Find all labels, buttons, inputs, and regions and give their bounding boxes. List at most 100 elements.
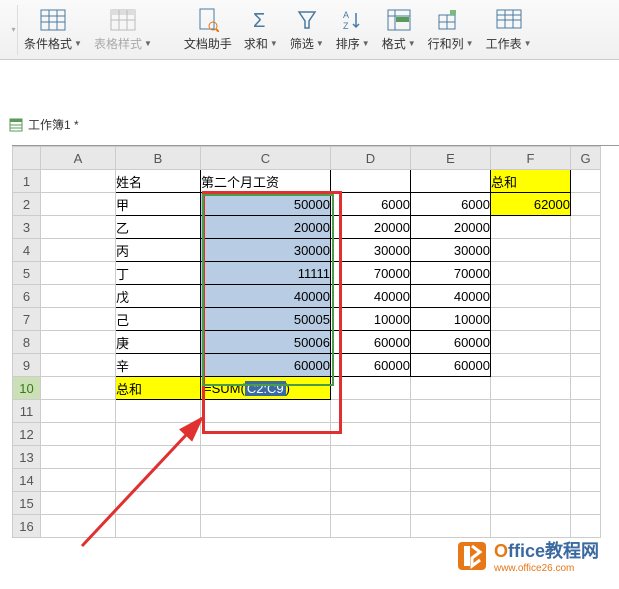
cell-C10[interactable]: =SUM(C2:C9)	[201, 377, 331, 400]
cell-A13[interactable]	[41, 446, 116, 469]
cell-F14[interactable]	[491, 469, 571, 492]
format-button[interactable]: 格式▼	[382, 7, 416, 52]
cell-G8[interactable]	[571, 331, 601, 354]
col-header-C[interactable]: C	[201, 147, 331, 170]
cell-D8[interactable]: 60000	[331, 331, 411, 354]
cell-G4[interactable]	[571, 239, 601, 262]
cell-C9[interactable]: 60000	[201, 354, 331, 377]
cell-A1[interactable]	[41, 170, 116, 193]
cell-D15[interactable]	[331, 492, 411, 515]
cell-E8[interactable]: 60000	[411, 331, 491, 354]
cell-G11[interactable]	[571, 400, 601, 423]
cell-D3[interactable]: 20000	[331, 216, 411, 239]
cell-D4[interactable]: 30000	[331, 239, 411, 262]
cell-G10[interactable]	[571, 377, 601, 400]
row-header-15[interactable]: 15	[13, 492, 41, 515]
cell-D11[interactable]	[331, 400, 411, 423]
cell-D10[interactable]	[331, 377, 411, 400]
cell-E4[interactable]: 30000	[411, 239, 491, 262]
cell-B5[interactable]: 丁	[116, 262, 201, 285]
doc-helper-button[interactable]: 文档助手	[184, 7, 232, 52]
cell-F15[interactable]	[491, 492, 571, 515]
cell-C5[interactable]: 11111	[201, 262, 331, 285]
cell-D2[interactable]: 6000	[331, 193, 411, 216]
cell-G16[interactable]	[571, 515, 601, 538]
row-header-14[interactable]: 14	[13, 469, 41, 492]
cell-D1[interactable]	[331, 170, 411, 193]
cell-G12[interactable]	[571, 423, 601, 446]
cell-F16[interactable]	[491, 515, 571, 538]
cell-E10[interactable]	[411, 377, 491, 400]
cell-E11[interactable]	[411, 400, 491, 423]
cell-A6[interactable]	[41, 285, 116, 308]
cell-A16[interactable]	[41, 515, 116, 538]
cell-F3[interactable]	[491, 216, 571, 239]
cell-B15[interactable]	[116, 492, 201, 515]
cell-F4[interactable]	[491, 239, 571, 262]
worksheet-button[interactable]: 工作表▼	[486, 7, 532, 52]
cell-F13[interactable]	[491, 446, 571, 469]
cell-B12[interactable]	[116, 423, 201, 446]
row-header-2[interactable]: 2	[13, 193, 41, 216]
cell-F12[interactable]	[491, 423, 571, 446]
cell-D5[interactable]: 70000	[331, 262, 411, 285]
cell-B6[interactable]: 戊	[116, 285, 201, 308]
cell-A11[interactable]	[41, 400, 116, 423]
cell-F9[interactable]	[491, 354, 571, 377]
cell-B2[interactable]: 甲	[116, 193, 201, 216]
cell-B9[interactable]: 辛	[116, 354, 201, 377]
table-style-button[interactable]: 表格样式▼	[94, 7, 152, 52]
row-header-8[interactable]: 8	[13, 331, 41, 354]
row-header-10[interactable]: 10	[13, 377, 41, 400]
cell-D16[interactable]	[331, 515, 411, 538]
cell-F1[interactable]: 总和	[491, 170, 571, 193]
cell-G5[interactable]	[571, 262, 601, 285]
cell-E3[interactable]: 20000	[411, 216, 491, 239]
cell-G2[interactable]	[571, 193, 601, 216]
cell-D6[interactable]: 40000	[331, 285, 411, 308]
row-header-1[interactable]: 1	[13, 170, 41, 193]
cell-C11[interactable]	[201, 400, 331, 423]
cell-A8[interactable]	[41, 331, 116, 354]
cell-F6[interactable]	[491, 285, 571, 308]
cell-G15[interactable]	[571, 492, 601, 515]
cell-B16[interactable]	[116, 515, 201, 538]
cell-A14[interactable]	[41, 469, 116, 492]
cell-E7[interactable]: 10000	[411, 308, 491, 331]
cell-G1[interactable]	[571, 170, 601, 193]
row-header-12[interactable]: 12	[13, 423, 41, 446]
cell-G6[interactable]	[571, 285, 601, 308]
cell-C2[interactable]: 50000	[201, 193, 331, 216]
cell-C6[interactable]: 40000	[201, 285, 331, 308]
row-header-13[interactable]: 13	[13, 446, 41, 469]
cell-C15[interactable]	[201, 492, 331, 515]
row-header-6[interactable]: 6	[13, 285, 41, 308]
cell-F2[interactable]: 62000	[491, 193, 571, 216]
cell-B14[interactable]	[116, 469, 201, 492]
cell-A7[interactable]	[41, 308, 116, 331]
cell-G13[interactable]	[571, 446, 601, 469]
cell-B4[interactable]: 丙	[116, 239, 201, 262]
cell-E9[interactable]: 60000	[411, 354, 491, 377]
cell-E6[interactable]: 40000	[411, 285, 491, 308]
sort-button[interactable]: AZ 排序▼	[336, 7, 370, 52]
cell-F10[interactable]	[491, 377, 571, 400]
rows-cols-button[interactable]: 行和列▼	[428, 7, 474, 52]
cell-A10[interactable]	[41, 377, 116, 400]
formula-editor[interactable]: =SUM(C2:C9)	[201, 380, 330, 397]
cell-D14[interactable]	[331, 469, 411, 492]
cell-C16[interactable]	[201, 515, 331, 538]
cell-G7[interactable]	[571, 308, 601, 331]
conditional-format-button[interactable]: 条件格式▼	[24, 7, 82, 52]
cell-B8[interactable]: 庚	[116, 331, 201, 354]
col-header-E[interactable]: E	[411, 147, 491, 170]
cell-A5[interactable]	[41, 262, 116, 285]
cell-C1[interactable]: 第二个月工资	[201, 170, 331, 193]
cell-B7[interactable]: 己	[116, 308, 201, 331]
cell-F8[interactable]	[491, 331, 571, 354]
row-header-7[interactable]: 7	[13, 308, 41, 331]
cell-C3[interactable]: 20000	[201, 216, 331, 239]
cell-C13[interactable]	[201, 446, 331, 469]
cell-E1[interactable]	[411, 170, 491, 193]
cell-F11[interactable]	[491, 400, 571, 423]
